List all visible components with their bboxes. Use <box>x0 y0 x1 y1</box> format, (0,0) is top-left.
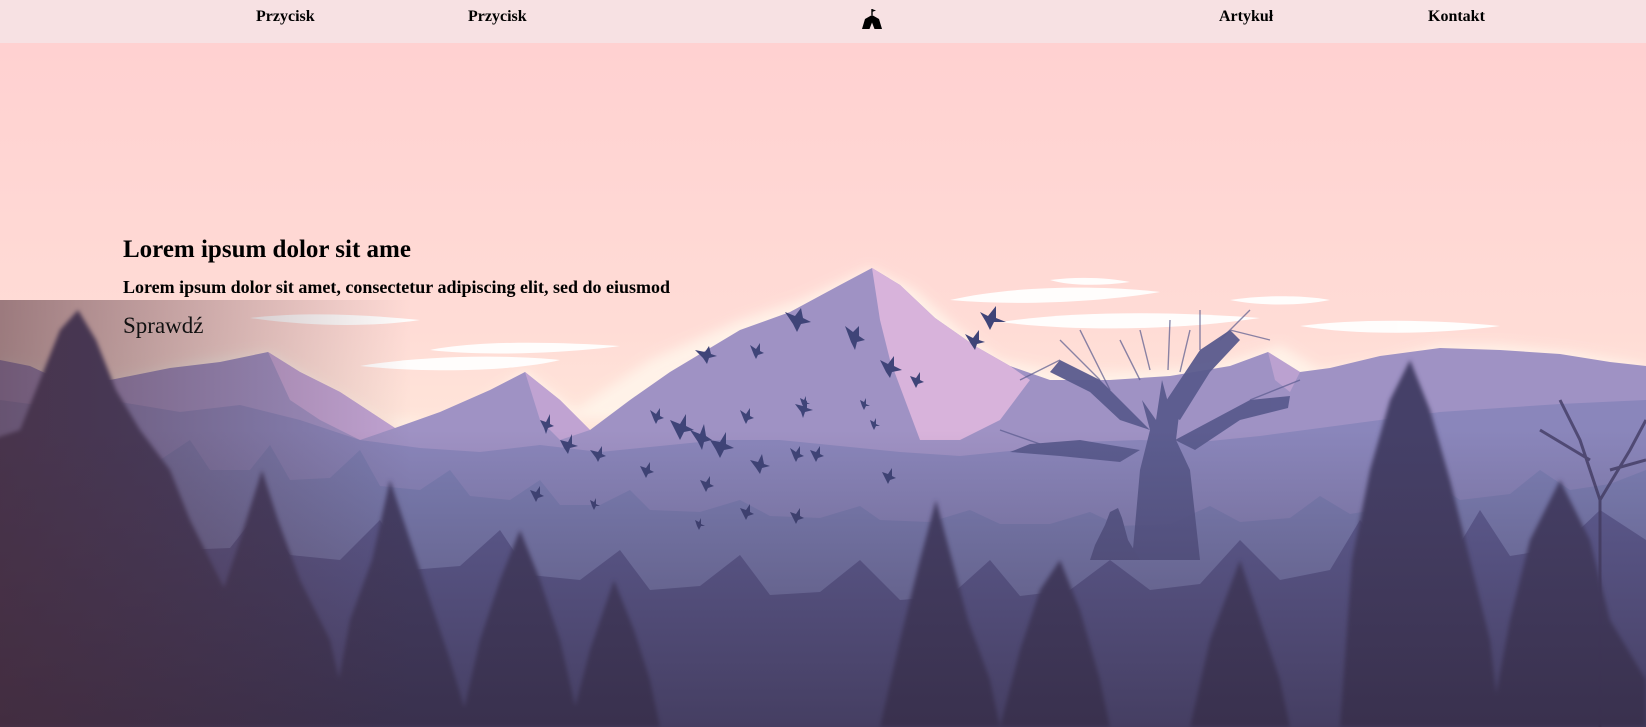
top-navigation: Przycisk Przycisk Artykuł Kontakt <box>0 0 1646 43</box>
check-button[interactable]: Sprawdź <box>123 309 203 343</box>
hero-subtitle: Lorem ipsum dolor sit amet, consectetur … <box>123 277 671 297</box>
nav-button-1[interactable]: Przycisk <box>256 8 315 26</box>
hero-background-landscape <box>0 0 1646 727</box>
nav-link-article[interactable]: Artykuł <box>1219 8 1273 26</box>
hero-title: Lorem ipsum dolor sit ame <box>123 236 411 263</box>
tent-flag-icon[interactable] <box>860 7 884 31</box>
nav-button-2[interactable]: Przycisk <box>468 8 527 26</box>
nav-link-contact[interactable]: Kontakt <box>1428 8 1485 26</box>
hero-section: Lorem ipsum dolor sit ame Lorem ipsum do… <box>123 232 670 343</box>
